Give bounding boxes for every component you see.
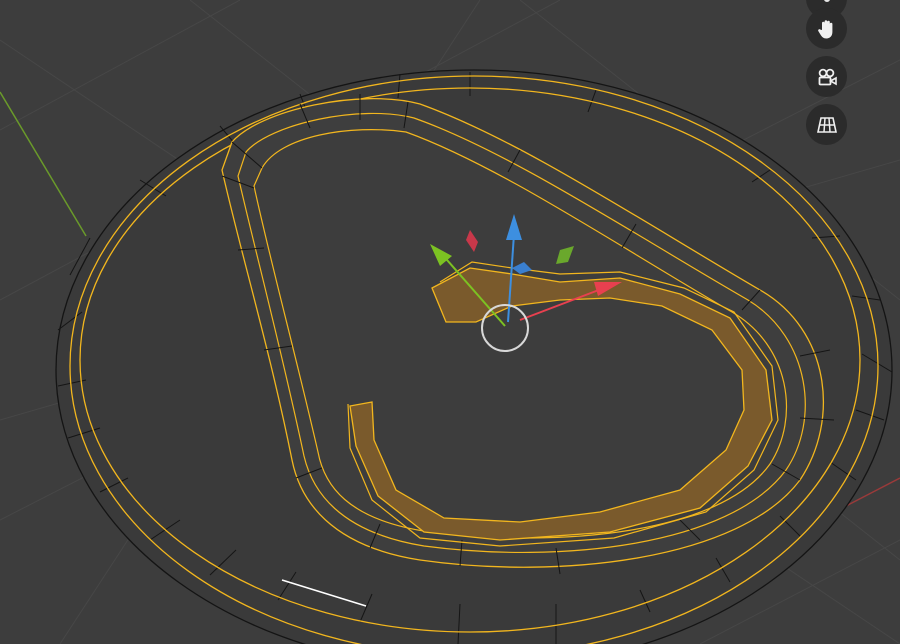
y-axis-line [0,91,87,237]
camera-view-button[interactable] [806,56,847,97]
pan-view-button[interactable] [806,8,847,49]
hand-icon [817,19,832,38]
3d-viewport[interactable] [0,0,900,644]
ortho-toggle-button[interactable] [806,104,847,145]
camera-icon [818,68,837,85]
grid-icon [816,116,837,133]
